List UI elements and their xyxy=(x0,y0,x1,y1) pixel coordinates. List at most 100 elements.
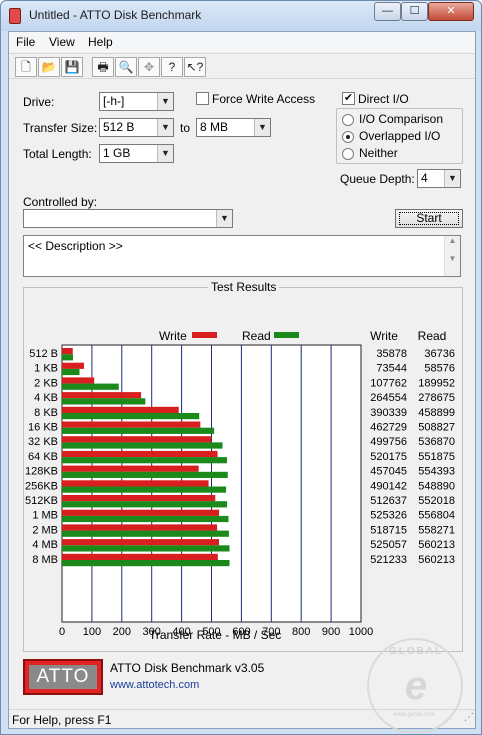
to-label: to xyxy=(180,121,191,135)
description-scrollbar[interactable]: ▲ ▼ xyxy=(444,236,460,276)
website-link[interactable]: www.attotech.com xyxy=(110,679,199,691)
start-button[interactable]: Start xyxy=(395,209,463,228)
menu-file[interactable]: File xyxy=(16,35,35,49)
category-label: 512KB xyxy=(25,495,58,507)
neither-radio[interactable] xyxy=(342,148,354,160)
chevron-down-icon[interactable]: ▼ xyxy=(254,119,270,136)
chevron-down-icon[interactable]: ▼ xyxy=(157,145,173,162)
read-value: 551875 xyxy=(418,451,455,463)
write-value: 462729 xyxy=(370,422,407,434)
menu-help[interactable]: Help xyxy=(88,35,113,49)
category-label: 512 B xyxy=(29,348,58,360)
read-bar xyxy=(62,471,228,478)
chart-x-axis-label: Transfer Rate - MB / Sec xyxy=(149,628,282,642)
total-length-value: 1 GB xyxy=(103,146,131,160)
category-label: 1 MB xyxy=(32,510,58,522)
open-icon[interactable]: 📂 xyxy=(38,57,60,77)
write-bar xyxy=(62,377,95,384)
read-value: 558271 xyxy=(418,524,455,536)
category-label: 256KB xyxy=(25,480,58,492)
write-value: 490142 xyxy=(370,480,407,492)
write-value: 520175 xyxy=(370,451,407,463)
io-comparison-label: I/O Comparison xyxy=(359,112,444,126)
category-label: 64 KB xyxy=(28,451,58,463)
read-value: 556804 xyxy=(418,510,455,522)
write-value: 457045 xyxy=(370,466,407,478)
category-label: 16 KB xyxy=(28,422,58,434)
resize-grip-icon[interactable]: ⋰ xyxy=(464,708,474,728)
category-label: 1 KB xyxy=(34,363,58,375)
status-text: For Help, press F1 xyxy=(12,713,112,727)
x-tick-label: 800 xyxy=(292,626,310,638)
write-bar xyxy=(62,450,218,458)
controlled-by-label: Controlled by: xyxy=(23,195,98,209)
drive-label: Drive: xyxy=(23,95,55,109)
category-label: 2 KB xyxy=(34,377,58,389)
window-title: Untitled - ATTO Disk Benchmark xyxy=(29,8,202,22)
help-icon[interactable]: ? xyxy=(161,57,183,77)
read-bar xyxy=(62,383,119,390)
x-tick-label: 0 xyxy=(59,626,65,638)
force-write-label: Force Write Access xyxy=(212,92,316,106)
transfer-size-to-select[interactable]: 8 MB ▼ xyxy=(196,118,271,137)
watermark-logo-icon: e xyxy=(404,664,428,708)
read-bar xyxy=(62,413,200,420)
io-mode-group: I/O Comparison Overlapped I/O Neither xyxy=(336,108,463,164)
read-value: 58576 xyxy=(424,363,455,375)
move-icon[interactable]: ✥ xyxy=(138,57,160,77)
description-text: << Description >> xyxy=(28,239,123,253)
read-bar xyxy=(62,398,146,405)
x-tick-label: 1000 xyxy=(349,626,373,638)
legend-read-swatch xyxy=(274,332,299,338)
save-icon[interactable]: 💾 xyxy=(61,57,83,77)
read-bar xyxy=(62,530,229,537)
controlled-by-select[interactable]: ▼ xyxy=(23,209,233,228)
write-value: 264554 xyxy=(370,392,407,404)
write-bar xyxy=(62,348,73,355)
transfer-size-to-value: 8 MB xyxy=(200,120,229,134)
write-value: 512637 xyxy=(370,495,407,507)
x-tick-label: 900 xyxy=(322,626,340,638)
write-bar xyxy=(62,524,218,531)
transfer-size-from-select[interactable]: 512 B ▼ xyxy=(99,118,174,137)
context-help-icon[interactable]: ↖? xyxy=(184,57,206,77)
print-icon[interactable]: 🖶 xyxy=(92,57,114,77)
write-value: 518715 xyxy=(370,524,407,536)
read-value: 508827 xyxy=(418,422,455,434)
maximize-button[interactable]: ☐ xyxy=(401,2,428,21)
chevron-down-icon[interactable]: ▼ xyxy=(216,210,232,227)
overlapped-io-radio[interactable] xyxy=(342,131,354,143)
force-write-checkbox[interactable] xyxy=(196,92,209,105)
write-bar xyxy=(62,480,209,487)
read-value: 36736 xyxy=(424,348,455,360)
overlapped-io-label: Overlapped I/O xyxy=(359,129,441,143)
print-preview-icon[interactable]: 🔍 xyxy=(115,57,137,77)
chevron-down-icon[interactable]: ▼ xyxy=(157,119,173,136)
chevron-down-icon[interactable]: ▼ xyxy=(444,170,460,187)
menu-view[interactable]: View xyxy=(49,35,75,49)
minimize-button[interactable]: — xyxy=(374,2,401,21)
total-length-select[interactable]: 1 GB ▼ xyxy=(99,144,174,163)
read-bar xyxy=(62,501,228,508)
drive-select[interactable]: [-h-] ▼ xyxy=(99,92,174,111)
read-value: 278675 xyxy=(418,392,455,404)
io-comparison-radio[interactable] xyxy=(342,114,354,126)
write-bar xyxy=(62,362,84,369)
read-value: 554393 xyxy=(418,466,455,478)
category-label: 8 KB xyxy=(34,407,58,419)
queue-depth-select[interactable]: 4 ▼ xyxy=(417,169,461,188)
direct-io-checkbox[interactable]: ✔ xyxy=(342,92,355,105)
read-value: 552018 xyxy=(418,495,455,507)
close-button[interactable]: ✕ xyxy=(428,2,474,21)
write-bar xyxy=(62,509,220,516)
category-label: 8 MB xyxy=(32,554,58,566)
description-box[interactable]: << Description >> ▲ ▼ xyxy=(23,235,461,277)
title-bar[interactable]: Untitled - ATTO Disk Benchmark — ☐ ✕ xyxy=(1,1,481,31)
read-bar xyxy=(62,545,230,552)
category-label: 4 KB xyxy=(34,392,58,404)
product-version: ATTO Disk Benchmark v3.05 xyxy=(110,661,265,675)
new-icon[interactable]: 🗋 xyxy=(15,57,37,77)
read-bar xyxy=(62,442,223,449)
chevron-down-icon[interactable]: ▼ xyxy=(157,93,173,110)
read-value: 548890 xyxy=(418,480,455,492)
